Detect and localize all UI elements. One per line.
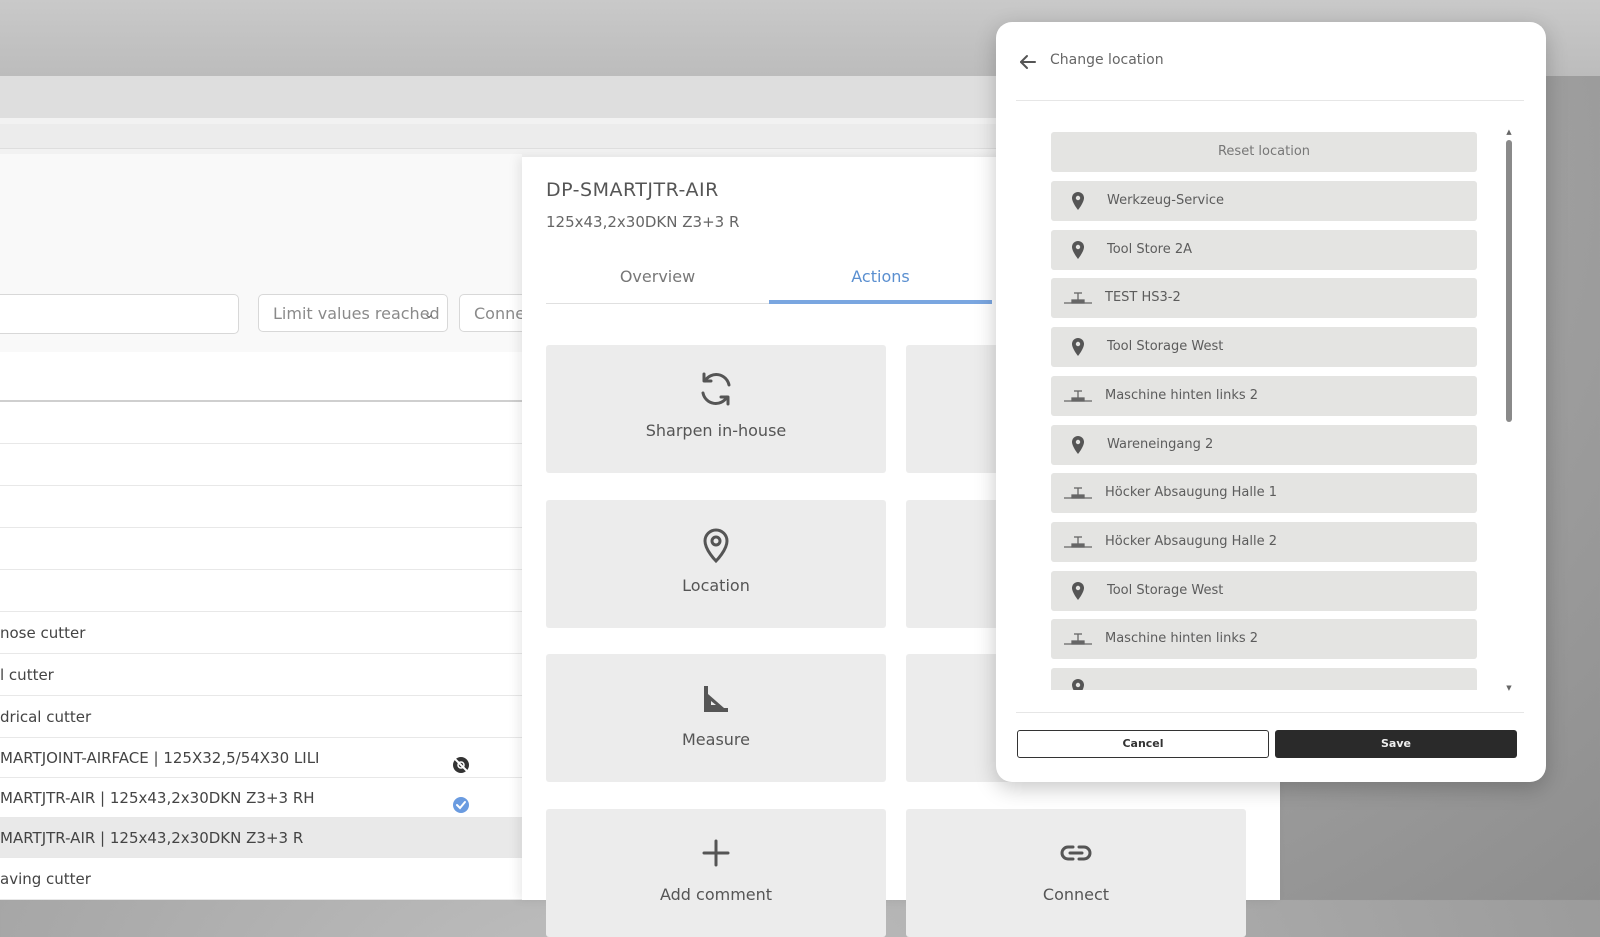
scroll-down-arrow-icon[interactable]: ▼ [1505, 684, 1513, 692]
connection-select-label: Conne [474, 304, 526, 323]
set-square-icon [546, 678, 886, 718]
location-item[interactable]: TEST HS3-2 [1051, 278, 1477, 319]
table-row[interactable] [0, 444, 522, 486]
detail-title: DP-SMARTJTR-AIR [546, 179, 719, 201]
machine-icon [1063, 532, 1093, 552]
action-location[interactable]: Location [546, 500, 886, 628]
limit-values-select-label: Limit values reached [273, 304, 440, 323]
arrow-left-icon[interactable] [1016, 50, 1040, 74]
location-label: Maschine hinten links 2 [1105, 631, 1259, 647]
action-sharpen-in-house[interactable]: Sharpen in-house [546, 345, 886, 473]
map-pin-icon [1063, 581, 1093, 601]
table-cell-name: MARTJTR-AIR | 125x43,2x30DKN Z3+3 R [0, 829, 304, 847]
table-cell-name: nose cutter [0, 624, 86, 642]
location-label: Tool Storage West [1107, 582, 1224, 598]
search-input[interactable] [0, 294, 239, 334]
link-icon [906, 833, 1246, 873]
location-item[interactable]: Tool Storage West [1051, 570, 1477, 611]
machine-icon [1063, 386, 1093, 406]
machine-icon [1063, 483, 1093, 503]
location-label: TEST HS3-2 [1105, 290, 1181, 306]
dialog-footer-divider [1016, 712, 1524, 713]
table-row[interactable]: nose cutter [0, 612, 522, 654]
map-pin-icon [1063, 435, 1093, 455]
table-row[interactable] [0, 486, 522, 528]
table-row[interactable] [0, 402, 522, 444]
location-label: Höcker Absaugung Halle 1 [1105, 485, 1278, 501]
action-label: Measure [682, 730, 750, 749]
location-item[interactable]: Maschine hinten links 2 [1051, 375, 1477, 416]
table-cell-name: MARTJTR-AIR | 125x43,2x30DKN Z3+3 RH [0, 789, 315, 807]
table-row[interactable]: MARTJTR-AIR | 125x43,2x30DKN Z3+3 RH [0, 778, 522, 818]
table-row[interactable] [0, 570, 522, 612]
plus-icon [546, 833, 886, 873]
location-list-scrollbar[interactable]: ▲ ▼ [1505, 128, 1513, 692]
location-pin-icon [546, 524, 886, 564]
refresh-icon [546, 369, 886, 409]
dialog-title: Change location [1050, 52, 1164, 68]
location-label: Werkzeug-Service [1107, 193, 1225, 208]
verified-check-icon [452, 789, 470, 813]
location-item[interactable]: Höcker Absaugung Halle 1 [1051, 473, 1477, 514]
tab-actions[interactable]: Actions [769, 257, 992, 304]
detail-tabs: Overview Actions [546, 257, 992, 304]
location-item[interactable]: Werkzeug-Service [1051, 181, 1477, 221]
location-label: Tool Storage West [1107, 339, 1224, 355]
action-label: Connect [1042, 885, 1110, 904]
map-pin-icon [1063, 240, 1093, 260]
table-row[interactable]: aving cutter [0, 858, 522, 900]
map-pin-icon [1063, 678, 1093, 690]
location-item[interactable]: Maschine hinten links 2 [1051, 619, 1477, 660]
location-item[interactable]: Wareneingang 2 [1051, 424, 1477, 465]
action-label: Sharpen in-house [645, 421, 787, 440]
tab-overview[interactable]: Overview [546, 257, 769, 303]
table-cell-name: aving cutter [0, 870, 91, 888]
map-pin-icon [1063, 191, 1093, 211]
save-button[interactable]: Save [1275, 730, 1517, 758]
machine-icon [1063, 629, 1093, 649]
table-row[interactable]: drical cutter [0, 696, 522, 738]
location-label: Wareneingang 2 [1107, 436, 1214, 452]
map-pin-icon [1063, 337, 1093, 357]
limit-values-select[interactable]: Limit values reached ⌄ [258, 294, 448, 332]
location-label: Tool Store 2A [1107, 241, 1193, 257]
dialog-header: Change location [1016, 22, 1524, 101]
location-item[interactable]: Höcker Absaugung Halle 2 [1051, 521, 1477, 562]
table-row[interactable]: MARTJOINT-AIRFACE | 125X32,5/54X30 LILI [0, 738, 522, 778]
location-item[interactable]: Tool Store 2A [1051, 229, 1477, 270]
location-list: Reset location Werkzeug-Service Tool Stor… [1051, 132, 1477, 690]
table-row[interactable] [0, 528, 522, 570]
action-label: Add comment [659, 885, 773, 904]
cancel-button[interactable]: Cancel [1017, 730, 1269, 758]
location-label: Höcker Absaugung Halle 2 [1105, 533, 1278, 549]
table-row[interactable]: l cutter [0, 654, 522, 696]
table-cell-name: l cutter [0, 666, 54, 684]
scroll-up-arrow-icon[interactable]: ▲ [1505, 128, 1513, 136]
table-cell-name: drical cutter [0, 708, 92, 726]
machine-icon [1063, 288, 1093, 308]
table-row[interactable]: MARTJTR-AIR | 125x43,2x30DKN Z3+3 R [0, 818, 522, 858]
reset-location-button[interactable]: Reset location [1051, 132, 1477, 172]
action-connect[interactable]: Connect [906, 809, 1246, 937]
location-item[interactable]: Tool Storage West [1051, 327, 1477, 368]
table-cell-name: MARTJOINT-AIRFACE | 125X32,5/54X30 LILI [0, 749, 320, 767]
action-measure[interactable]: Measure [546, 654, 886, 782]
table-header [0, 352, 522, 402]
location-item[interactable] [1051, 668, 1477, 690]
scroll-thumb[interactable] [1506, 140, 1512, 422]
chevron-down-icon: ⌄ [423, 306, 435, 322]
detail-subtitle: 125x43,2x30DKN Z3+3 R [546, 213, 740, 231]
location-label: Maschine hinten links 2 [1105, 387, 1259, 403]
disconnected-icon [452, 749, 470, 773]
change-location-dialog: Change location Reset location Werkzeug-… [996, 22, 1546, 782]
action-add-comment[interactable]: Add comment [546, 809, 886, 937]
action-label: Location [682, 576, 750, 595]
